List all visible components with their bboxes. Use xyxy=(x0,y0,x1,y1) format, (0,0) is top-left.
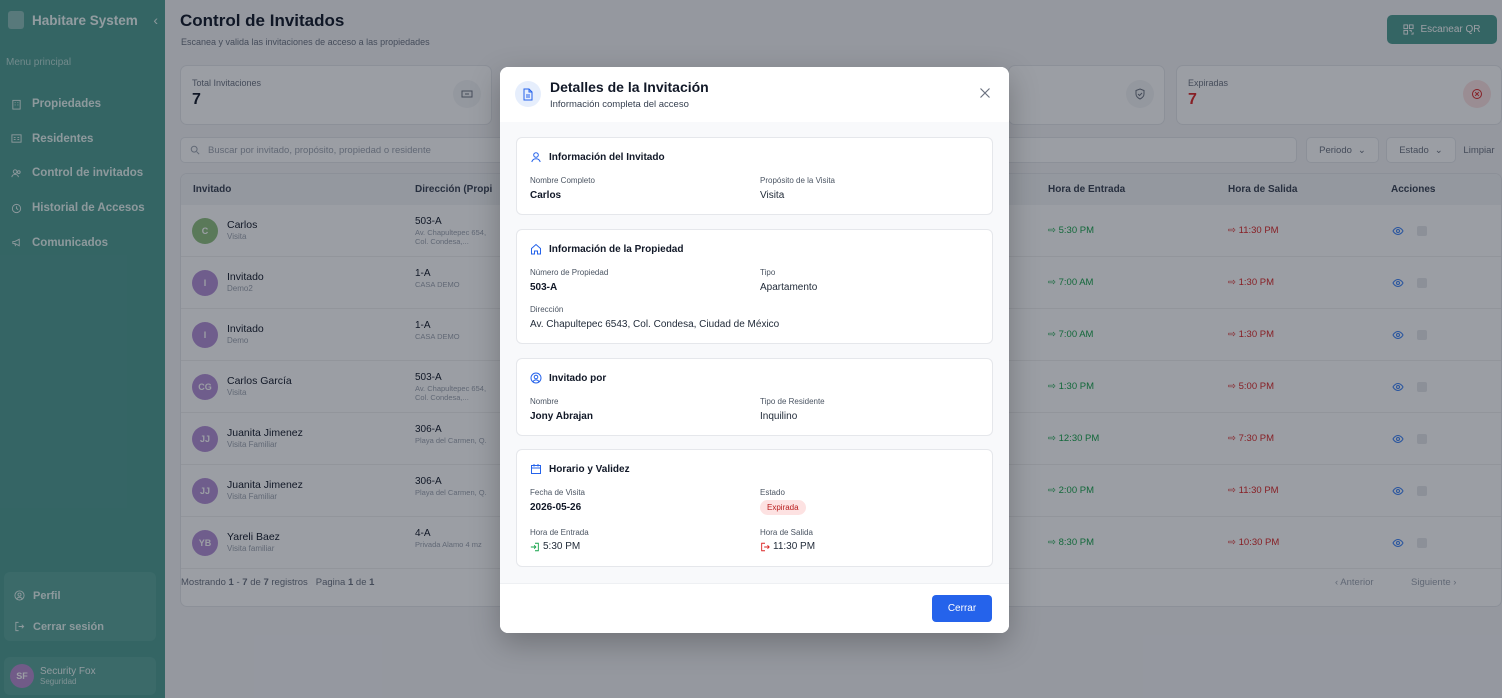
user-circle-icon xyxy=(530,372,542,384)
modal-body: Información del Invitado Nombre Completo… xyxy=(500,122,1009,583)
login-icon xyxy=(530,542,539,551)
card-heading: Información del Invitado xyxy=(530,151,665,163)
visit-date-value: 2026-05-26 xyxy=(530,502,582,513)
visit-purpose-label: Propósito de la Visita xyxy=(760,176,836,185)
modal-title: Detalles de la Invitación xyxy=(550,79,709,95)
document-icon xyxy=(515,81,541,107)
guest-info-card: Información del Invitado Nombre Completo… xyxy=(516,137,993,215)
close-button[interactable]: Cerrar xyxy=(932,595,992,622)
entry-time-label: Hora de Entrada xyxy=(530,528,589,537)
entry-time: 5:30 PM xyxy=(530,541,580,552)
entry-time-value: 5:30 PM xyxy=(543,541,581,552)
visit-date-label: Fecha de Visita xyxy=(530,488,585,497)
visit-purpose-value: Visita xyxy=(760,190,785,201)
address-label: Dirección xyxy=(530,305,564,314)
schedule-card: Horario y Validez Fecha de Visita 2026-0… xyxy=(516,449,993,567)
card-heading-text: Información de la Propiedad xyxy=(549,243,684,255)
property-info-card: Información de la Propiedad Número de Pr… xyxy=(516,229,993,344)
property-type-value: Apartamento xyxy=(760,282,818,293)
card-heading-text: Invitado por xyxy=(549,372,607,384)
address-value: Av. Chapultepec 6543, Col. Condesa, Ciud… xyxy=(530,319,780,330)
guest-name-value: Carlos xyxy=(530,190,562,201)
card-heading: Invitado por xyxy=(530,372,606,384)
property-number-value: 503-A xyxy=(530,282,558,293)
resident-type-label: Tipo de Residente xyxy=(760,397,825,406)
card-heading: Información de la Propiedad xyxy=(530,243,683,255)
card-heading-text: Información del Invitado xyxy=(549,151,665,163)
user-icon xyxy=(531,152,541,163)
guest-name-label: Nombre Completo xyxy=(530,176,595,185)
calendar-icon xyxy=(531,464,541,474)
property-type-label: Tipo xyxy=(760,268,776,277)
card-heading-text: Horario y Validez xyxy=(549,463,630,475)
exit-time-value: 11:30 PM xyxy=(773,541,816,552)
invitation-details-modal: Detalles de la Invitación Información co… xyxy=(500,67,1009,633)
logout-icon xyxy=(761,542,770,551)
inviter-name-label: Nombre xyxy=(530,397,559,406)
modal-subtitle: Información completa del acceso xyxy=(550,99,689,110)
inviter-name-value: Jony Abrajan xyxy=(530,411,593,422)
resident-type-value: Inquilino xyxy=(760,411,798,422)
invited-by-card: Invitado por Nombre Jony Abrajan Tipo de… xyxy=(516,358,993,436)
exit-time-label: Hora de Salida xyxy=(760,528,813,537)
exit-time: 11:30 PM xyxy=(760,541,815,552)
status-label: Estado xyxy=(760,488,785,497)
modal-header: Detalles de la Invitación Información co… xyxy=(500,67,1009,122)
card-heading: Horario y Validez xyxy=(530,463,630,475)
status-badge: Expirada xyxy=(760,500,806,515)
modal-footer: Cerrar xyxy=(500,583,1009,633)
close-icon[interactable] xyxy=(979,87,991,99)
property-number-label: Número de Propiedad xyxy=(530,268,609,277)
home-icon xyxy=(531,243,541,255)
